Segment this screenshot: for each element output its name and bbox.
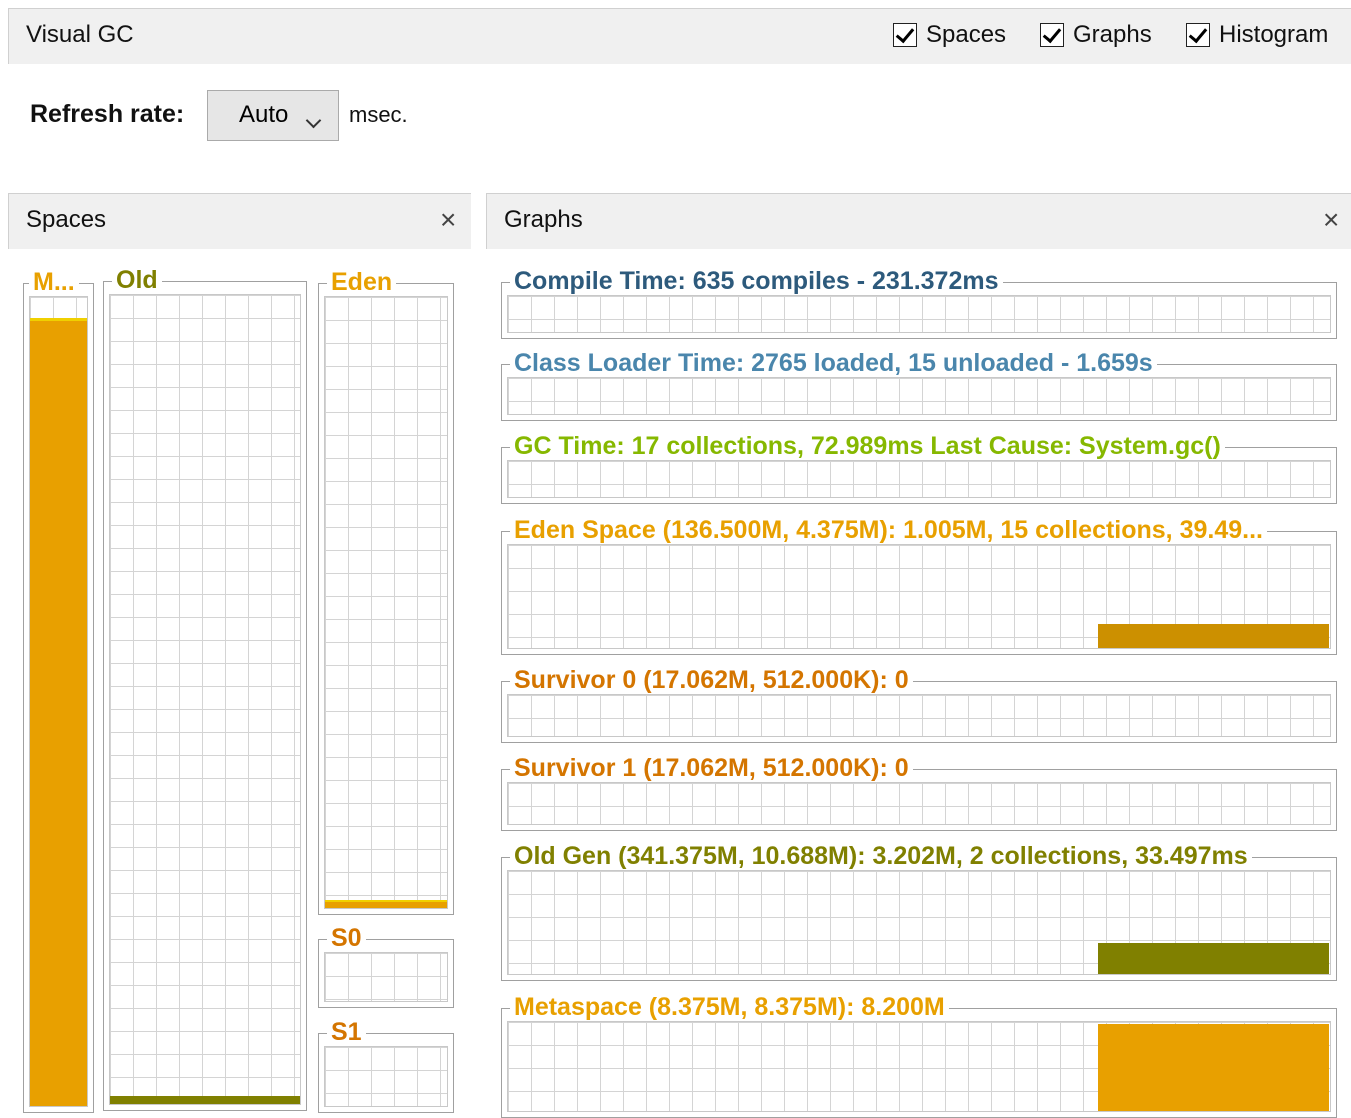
metaspace-space: M...: [23, 267, 94, 1113]
metaspace-graph-label: Metaspace (8.375M, 8.375M): 8.200M: [510, 992, 949, 1022]
old-space: Old: [103, 265, 307, 1111]
close-icon[interactable]: ×: [440, 204, 456, 236]
s1-space-grid: [324, 1046, 448, 1107]
s0-space: S0: [318, 923, 454, 1008]
metaspace-space-grid: [29, 296, 88, 1107]
old-space-grid: [109, 294, 301, 1105]
compile-time-label: Compile Time: 635 compiles - 231.372ms: [510, 266, 1003, 296]
old-space-label: Old: [112, 265, 162, 295]
checkbox-checked-icon[interactable]: [1186, 23, 1210, 47]
old-gen-graph: Old Gen (341.375M, 10.688M): 3.202M, 2 c…: [501, 841, 1337, 981]
eden-space: Eden: [318, 267, 454, 915]
old-gen-graph-grid: [507, 870, 1331, 975]
graphs-checkbox[interactable]: Graphs: [1040, 21, 1152, 49]
s1-space: S1: [318, 1017, 454, 1113]
metaspace-graph-fill: [1098, 1023, 1329, 1111]
class-loader-graph: Class Loader Time: 2765 loaded, 15 unloa…: [501, 348, 1337, 421]
graphs-checkbox-label: Graphs: [1073, 21, 1152, 48]
eden-graph-fill: [1098, 624, 1329, 648]
metaspace-space-label: M...: [29, 267, 79, 297]
survivor0-graph-grid: [507, 694, 1331, 737]
eden-used-fill: [325, 899, 447, 908]
spaces-panel-header: Spaces ×: [8, 193, 471, 249]
spaces-checkbox-label: Spaces: [926, 21, 1007, 48]
survivor1-graph: Survivor 1 (17.062M, 512.000K): 0: [501, 753, 1337, 831]
visual-gc-header: Visual GC Spaces Graphs Histogram: [8, 8, 1351, 64]
old-used-fill: [110, 1095, 300, 1104]
checkbox-checked-icon[interactable]: [893, 23, 917, 47]
spaces-panel-title: Spaces: [26, 206, 107, 233]
old-gen-graph-label: Old Gen (341.375M, 10.688M): 3.202M, 2 c…: [510, 841, 1252, 871]
refresh-rate-unit: msec.: [349, 102, 408, 127]
metaspace-graph: Metaspace (8.375M, 8.375M): 8.200M: [501, 992, 1337, 1118]
s0-space-label: S0: [327, 923, 366, 953]
gc-time-graph: GC Time: 17 collections, 72.989ms Last C…: [501, 431, 1337, 504]
eden-space-label: Eden: [327, 267, 397, 297]
survivor1-graph-label: Survivor 1 (17.062M, 512.000K): 0: [510, 753, 913, 783]
survivor0-graph-label: Survivor 0 (17.062M, 512.000K): 0: [510, 665, 913, 695]
histogram-checkbox[interactable]: Histogram: [1186, 21, 1328, 49]
chevron-down-icon: [305, 112, 322, 129]
refresh-rate-label: Refresh rate:: [30, 100, 185, 128]
gc-time-grid: [507, 460, 1331, 498]
old-gen-graph-fill: [1098, 943, 1329, 974]
class-loader-label: Class Loader Time: 2765 loaded, 15 unloa…: [510, 348, 1157, 378]
class-loader-grid: [507, 377, 1331, 415]
survivor0-graph: Survivor 0 (17.062M, 512.000K): 0: [501, 665, 1337, 743]
gc-time-label: GC Time: 17 collections, 72.989ms Last C…: [510, 431, 1225, 461]
eden-graph-grid: [507, 544, 1331, 649]
s1-space-label: S1: [327, 1017, 366, 1047]
eden-space-graph: Eden Space (136.500M, 4.375M): 1.005M, 1…: [501, 515, 1337, 655]
survivor1-graph-grid: [507, 782, 1331, 825]
graphs-panel-title: Graphs: [504, 206, 583, 233]
s0-space-grid: [324, 952, 448, 1002]
refresh-rate-value: Auto: [239, 101, 289, 128]
spaces-checkbox[interactable]: Spaces: [893, 21, 1006, 49]
histogram-checkbox-label: Histogram: [1219, 21, 1329, 48]
eden-graph-label: Eden Space (136.500M, 4.375M): 1.005M, 1…: [510, 515, 1267, 545]
compile-time-graph: Compile Time: 635 compiles - 231.372ms: [501, 266, 1337, 339]
refresh-rate-select[interactable]: Auto: [207, 90, 339, 141]
compile-time-grid: [507, 295, 1331, 333]
graphs-panel-header: Graphs ×: [486, 193, 1351, 249]
metaspace-used-fill: [30, 318, 87, 1106]
metaspace-graph-grid: [507, 1021, 1331, 1112]
eden-space-grid: [324, 296, 448, 909]
close-icon[interactable]: ×: [1323, 204, 1339, 236]
checkbox-checked-icon[interactable]: [1040, 23, 1064, 47]
window-title: Visual GC: [26, 21, 134, 48]
